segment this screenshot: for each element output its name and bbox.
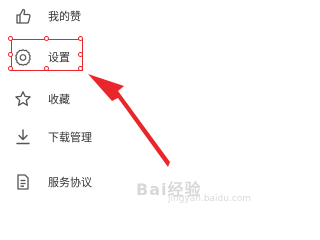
resize-handle	[78, 36, 83, 41]
menu-item-label: 收藏	[48, 93, 70, 106]
resize-handle	[8, 66, 13, 71]
settings-highlight-box	[8, 36, 83, 71]
star-icon	[14, 90, 32, 108]
menu-item-likes[interactable]: 我的赞	[0, 4, 170, 30]
watermark: Bai经验 jingyan.baidu.com	[128, 176, 251, 207]
watermark-url: jingyan.baidu.com	[168, 194, 252, 204]
menu-item-downloads[interactable]: 下载管理	[0, 125, 170, 151]
menu-item-label: 服务协议	[48, 176, 92, 189]
resize-handle	[44, 36, 49, 41]
resize-handle	[8, 36, 13, 41]
download-icon	[14, 128, 32, 146]
document-icon	[14, 173, 32, 191]
resize-handle	[8, 52, 13, 57]
menu-item-label: 下载管理	[48, 131, 92, 144]
resize-handle	[44, 66, 49, 71]
resize-handle	[78, 66, 83, 71]
menu-item-label: 我的赞	[48, 10, 81, 23]
menu-item-favorites[interactable]: 收藏	[0, 87, 170, 113]
resize-handle	[78, 52, 83, 57]
thumbs-up-icon	[14, 7, 32, 25]
